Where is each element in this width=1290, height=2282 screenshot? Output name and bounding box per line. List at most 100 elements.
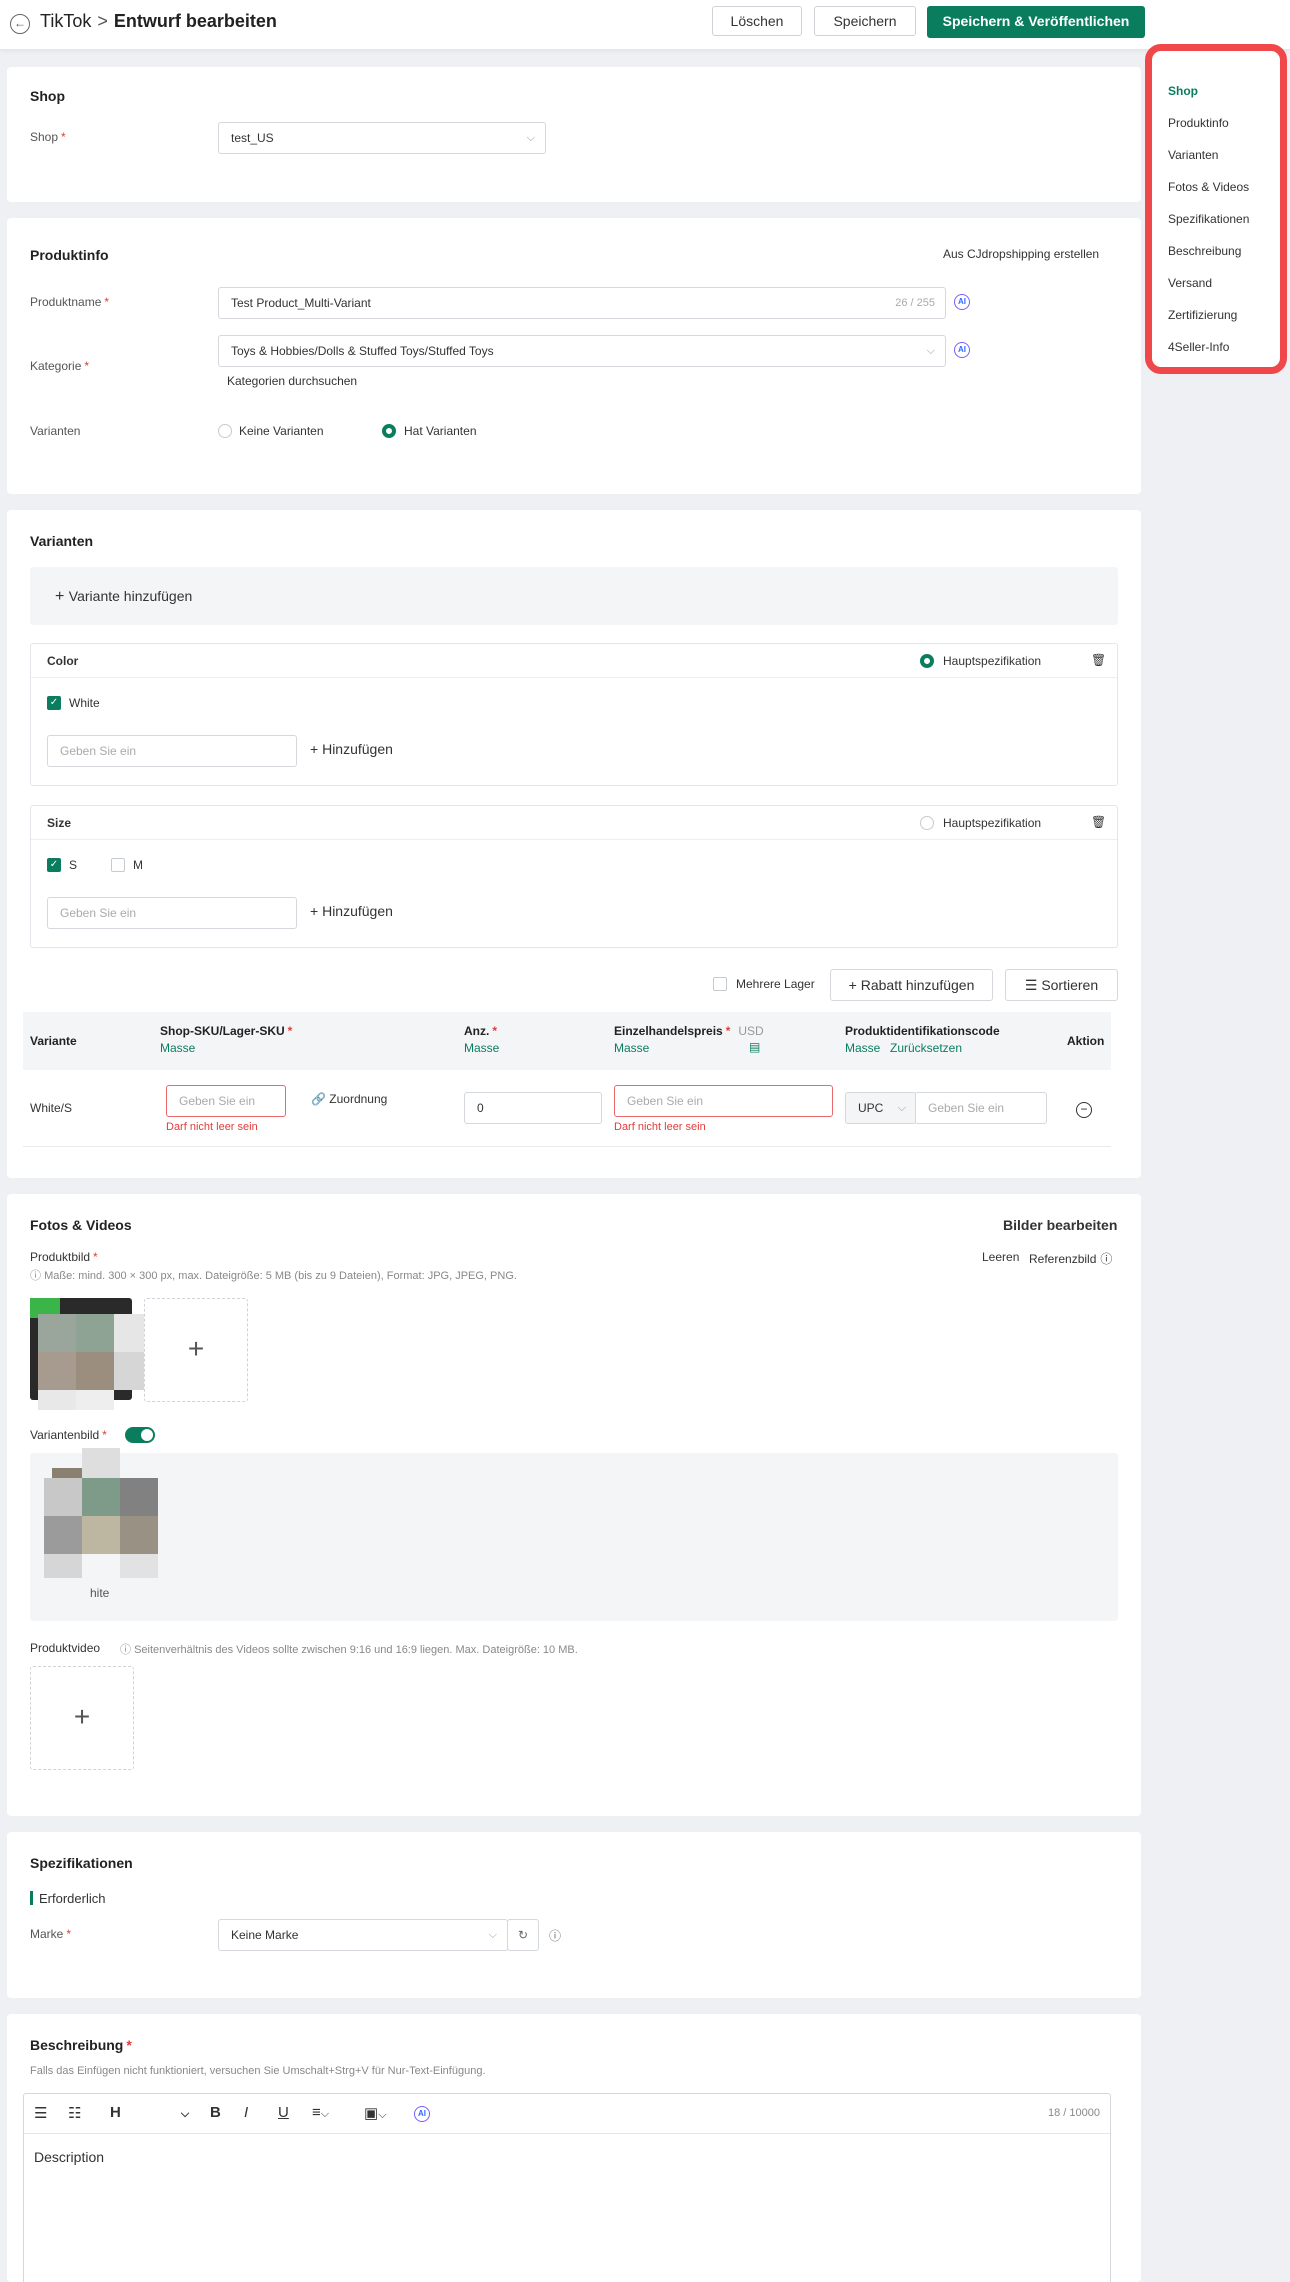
main-spec-radio[interactable] [920, 816, 934, 830]
category-select[interactable]: Toys & Hobbies/Dolls & Stuffed Toys/Stuf… [218, 335, 946, 367]
add-variant-bar[interactable]: + Variante hinzufügen [30, 567, 1118, 625]
help-icon[interactable]: ⓘ [549, 1927, 561, 1944]
col-price: Einzelhandelspreis * USD [614, 1024, 764, 1038]
brand-select[interactable]: Keine Marke ⌵ [218, 1919, 508, 1951]
ai-icon[interactable]: AI [414, 2106, 430, 2122]
qty-bulk-link[interactable]: Masse [464, 1041, 499, 1055]
product-name-input[interactable]: Test Product_Multi-Variant 26 / 255 [218, 287, 946, 319]
save-publish-button[interactable]: Speichern & Veröffentlichen [927, 6, 1145, 38]
add-discount-button[interactable]: + Rabatt hinzufügen [830, 969, 993, 1001]
nav-item-varianten[interactable]: Varianten [1168, 148, 1218, 162]
ai-icon[interactable]: AI [954, 342, 970, 358]
mapping-link[interactable]: 🔗 Zuordnung [311, 1092, 387, 1106]
col-sku: Shop-SKU/Lager-SKU * [160, 1024, 293, 1038]
main-spec-label: Hauptspezifikation [943, 654, 1042, 668]
price-bulk-link[interactable]: Masse [614, 1041, 649, 1055]
nav-item-4seller-info[interactable]: 4Seller-Info [1168, 340, 1229, 354]
save-button[interactable]: Speichern [814, 6, 916, 36]
trash-icon[interactable]: 🗑 [1091, 653, 1106, 667]
sku-input[interactable]: Geben Sie ein [166, 1085, 286, 1117]
variant-image-thumbnail[interactable] [37, 1448, 159, 1578]
numbered-list-icon[interactable]: ☷ [68, 2104, 81, 2122]
row-variant: White/S [30, 1101, 73, 1115]
checkbox-m[interactable] [111, 858, 125, 872]
nav-item-fotos-videos[interactable]: Fotos & Videos [1168, 180, 1249, 194]
add-color-value-button[interactable]: + Hinzufügen [310, 741, 393, 757]
multi-warehouse-checkbox[interactable] [713, 977, 727, 991]
breadcrumb-app[interactable]: TikTok [40, 11, 91, 31]
heading-select[interactable]: H ⌵ [110, 2104, 189, 2121]
nav-item-spezifikationen[interactable]: Spezifikationen [1168, 212, 1249, 226]
plus-icon: + [310, 903, 323, 919]
description-content[interactable]: Description [34, 2149, 104, 2165]
color-value-input[interactable]: Geben Sie ein [47, 735, 297, 767]
shop-select[interactable]: test_US ⌵ [218, 122, 546, 154]
nav-item-shop[interactable]: Shop [1168, 84, 1198, 98]
value-m: M [133, 858, 143, 872]
delete-button[interactable]: Löschen [712, 6, 802, 36]
image-insert-icon[interactable]: ▣⌵ [364, 2104, 387, 2122]
add-product-image-button[interactable]: + [144, 1298, 248, 1402]
remove-row-icon[interactable]: − [1076, 1102, 1092, 1118]
link-icon: 🔗 [311, 1092, 330, 1106]
browse-categories-link[interactable]: Kategorien durchsuchen [227, 374, 357, 388]
checkbox-white[interactable]: ✓ [47, 696, 61, 710]
price-input[interactable]: Geben Sie ein [614, 1085, 833, 1117]
back-arrow-icon[interactable]: ← [10, 14, 30, 34]
editor-toolbar: ☰ ☷ H ⌵ B I U ≡⌵ ▣⌵ AI 18 / 10000 [24, 2094, 1110, 2134]
nav-item-zertifizierung[interactable]: Zertifizierung [1168, 308, 1237, 322]
brand-label: Marke * [30, 1927, 72, 1941]
align-icon[interactable]: ≡⌵ [312, 2104, 329, 2121]
nav-item-produktinfo[interactable]: Produktinfo [1168, 116, 1229, 130]
product-image-thumbnail[interactable] [30, 1298, 152, 1410]
reference-image-link[interactable]: Referenzbild ⓘ [1029, 1250, 1112, 1267]
value-white: White [69, 696, 100, 710]
chevron-down-icon: ⌵ [926, 345, 935, 357]
add-size-value-button[interactable]: + Hinzufügen [310, 903, 393, 919]
bold-icon[interactable]: B [210, 2104, 221, 2121]
section-nav: Shop Produktinfo Varianten Fotos & Video… [1145, 44, 1287, 374]
radio-has-variants[interactable] [382, 424, 396, 438]
add-video-button[interactable]: + [30, 1666, 134, 1770]
required-heading: Erforderlich [39, 1891, 106, 1906]
bullet-list-icon[interactable]: ☰ [34, 2104, 47, 2122]
video-hint: ⓘ Seitenverhältnis des Videos sollte zwi… [120, 1644, 578, 1656]
checkbox-s[interactable]: ✓ [47, 858, 61, 872]
multi-warehouse-label: Mehrere Lager [736, 977, 815, 991]
specs-section: Spezifikationen Erforderlich Marke * Kein… [7, 1832, 1141, 1998]
code-bulk-link[interactable]: Masse [845, 1041, 880, 1055]
ai-icon[interactable]: AI [954, 294, 970, 310]
main-spec-radio[interactable] [920, 654, 934, 668]
clear-link[interactable]: Leeren [982, 1250, 1019, 1264]
calculator-icon[interactable]: ▤ [749, 1040, 760, 1054]
spec-name-color: Color [47, 654, 79, 668]
nav-item-beschreibung[interactable]: Beschreibung [1168, 244, 1241, 258]
product-name-counter: 26 / 255 [895, 297, 935, 309]
product-image-label: Produktbild * [30, 1250, 98, 1264]
italic-icon[interactable]: I [244, 2104, 248, 2121]
qty-input[interactable]: 0 [464, 1092, 602, 1124]
category-label: Kategorie * [30, 359, 90, 373]
code-reset-link[interactable]: Zurücksetzen [890, 1041, 962, 1055]
underline-icon[interactable]: U [278, 2104, 289, 2121]
media-section: Fotos & Videos Bilder bearbeiten Produkt… [7, 1194, 1141, 1816]
sort-button[interactable]: ☰ Sortieren [1005, 969, 1118, 1001]
sort-icon: ☰ [1024, 977, 1042, 993]
nav-item-versand[interactable]: Versand [1168, 276, 1212, 290]
edit-images-link[interactable]: Bilder bearbeiten [1003, 1217, 1117, 1233]
radio-no-variants[interactable] [218, 424, 232, 438]
code-input[interactable]: Geben Sie ein [915, 1092, 1047, 1124]
plus-icon: + [848, 977, 861, 993]
add-variant-button[interactable]: + Variante hinzufügen [55, 588, 192, 606]
variant-image-toggle[interactable] [125, 1427, 155, 1443]
variants-label: Varianten [30, 424, 81, 438]
trash-icon[interactable]: 🗑 [1091, 815, 1106, 829]
shop-label: Shop * [30, 130, 66, 144]
refresh-icon[interactable]: ↻ [507, 1919, 539, 1951]
create-from-cj-link[interactable]: Aus CJdropshipping erstellen [943, 247, 1099, 261]
shop-section: Shop Shop * test_US ⌵ [7, 67, 1141, 202]
code-type-select[interactable]: UPC ⌵ [845, 1092, 917, 1124]
size-value-input[interactable]: Geben Sie ein [47, 897, 297, 929]
sku-bulk-link[interactable]: Masse [160, 1041, 195, 1055]
product-info-title: Produktinfo [30, 247, 109, 263]
